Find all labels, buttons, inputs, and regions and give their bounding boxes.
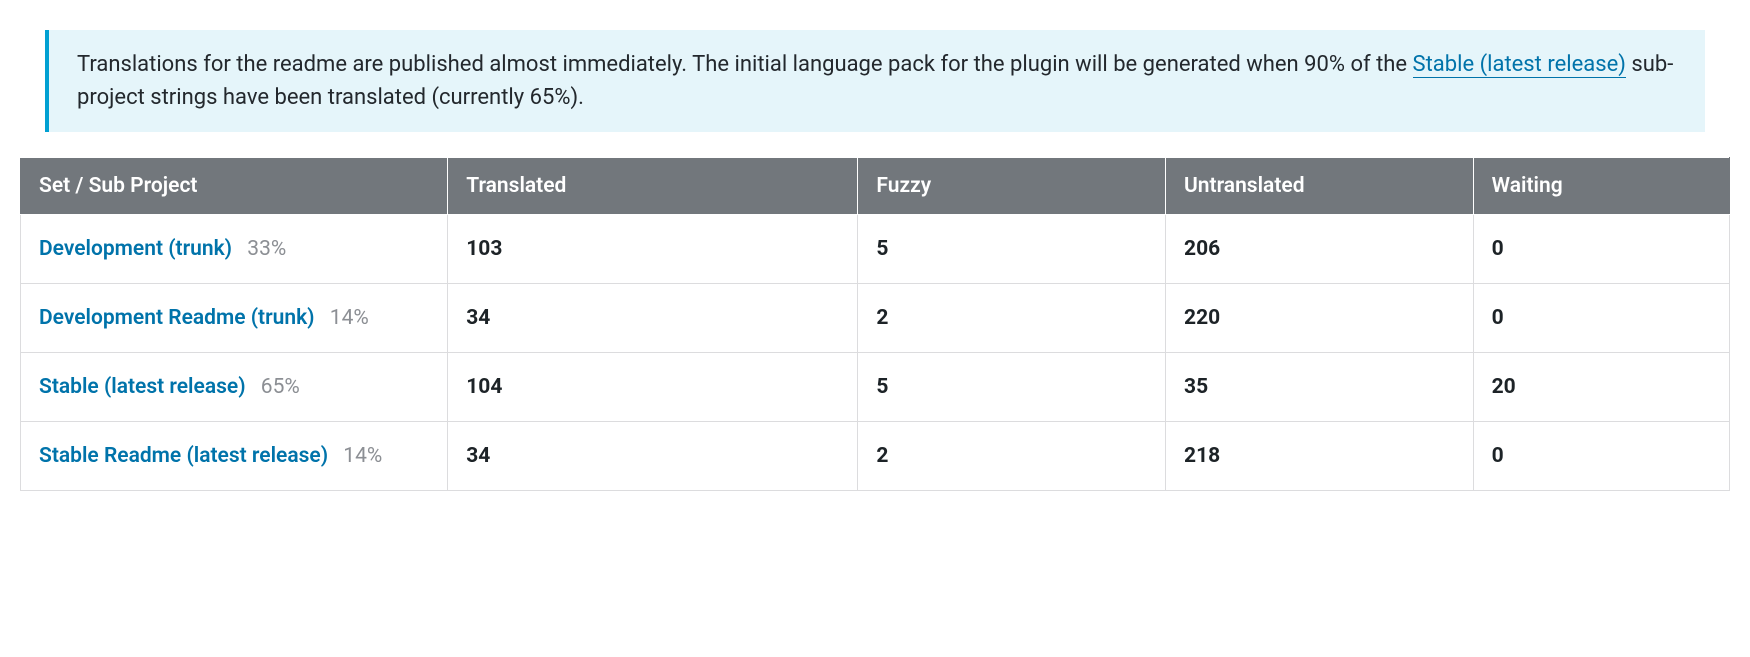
table-body: Development (trunk) 33% 103 5 206 0 Deve… bbox=[21, 215, 1730, 491]
translation-notice: Translations for the readme are publishe… bbox=[45, 30, 1705, 132]
fuzzy-cell: 5 bbox=[858, 353, 1166, 422]
project-cell: Development (trunk) 33% bbox=[21, 215, 448, 284]
project-cell: Development Readme (trunk) 14% bbox=[21, 284, 448, 353]
project-percent: 14% bbox=[330, 306, 369, 330]
untranslated-cell: 220 bbox=[1166, 284, 1474, 353]
project-link[interactable]: Development (trunk) bbox=[39, 237, 232, 261]
project-percent: 33% bbox=[247, 237, 286, 261]
column-header-untranslated: Untranslated bbox=[1166, 158, 1474, 215]
project-percent: 14% bbox=[343, 444, 382, 468]
table-header-row: Set / Sub Project Translated Fuzzy Untra… bbox=[21, 158, 1730, 215]
notice-text-before: Translations for the readme are publishe… bbox=[77, 52, 1413, 77]
project-cell: Stable Readme (latest release) 14% bbox=[21, 422, 448, 491]
waiting-cell: 0 bbox=[1473, 284, 1729, 353]
untranslated-cell: 35 bbox=[1166, 353, 1474, 422]
untranslated-cell: 206 bbox=[1166, 215, 1474, 284]
untranslated-cell: 218 bbox=[1166, 422, 1474, 491]
translated-cell: 103 bbox=[448, 215, 858, 284]
translated-cell: 34 bbox=[448, 284, 858, 353]
project-link[interactable]: Stable (latest release) bbox=[39, 375, 246, 399]
project-link[interactable]: Stable Readme (latest release) bbox=[39, 444, 328, 468]
column-header-fuzzy: Fuzzy bbox=[858, 158, 1166, 215]
stable-release-link[interactable]: Stable (latest release) bbox=[1413, 52, 1626, 78]
project-link[interactable]: Development Readme (trunk) bbox=[39, 306, 315, 330]
column-header-waiting: Waiting bbox=[1473, 158, 1729, 215]
table-row: Development Readme (trunk) 14% 34 2 220 … bbox=[21, 284, 1730, 353]
column-header-set: Set / Sub Project bbox=[21, 158, 448, 215]
column-header-translated: Translated bbox=[448, 158, 858, 215]
project-percent: 65% bbox=[261, 375, 300, 399]
fuzzy-cell: 2 bbox=[858, 422, 1166, 491]
table-row: Development (trunk) 33% 103 5 206 0 bbox=[21, 215, 1730, 284]
waiting-cell: 20 bbox=[1473, 353, 1729, 422]
project-cell: Stable (latest release) 65% bbox=[21, 353, 448, 422]
waiting-cell: 0 bbox=[1473, 422, 1729, 491]
translated-cell: 104 bbox=[448, 353, 858, 422]
fuzzy-cell: 5 bbox=[858, 215, 1166, 284]
table-row: Stable Readme (latest release) 14% 34 2 … bbox=[21, 422, 1730, 491]
waiting-cell: 0 bbox=[1473, 215, 1729, 284]
fuzzy-cell: 2 bbox=[858, 284, 1166, 353]
translated-cell: 34 bbox=[448, 422, 858, 491]
table-row: Stable (latest release) 65% 104 5 35 20 bbox=[21, 353, 1730, 422]
translation-status-table: Set / Sub Project Translated Fuzzy Untra… bbox=[20, 157, 1730, 491]
